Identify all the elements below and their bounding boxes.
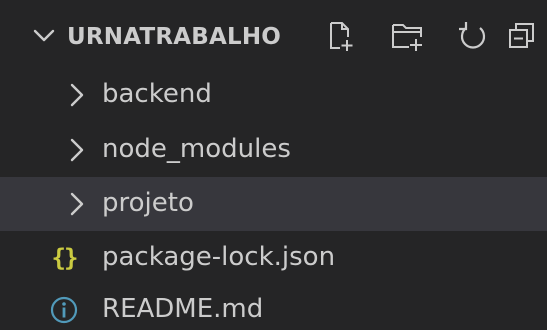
window-edge	[547, 0, 559, 330]
chevron-right-icon	[70, 192, 84, 216]
tree-item-readme-md[interactable]: README.md	[0, 283, 547, 330]
explorer-title: URNATRABALHO	[67, 24, 282, 50]
new-file-button[interactable]	[318, 14, 362, 58]
json-icon: {}	[51, 244, 79, 272]
refresh-button[interactable]	[451, 14, 495, 58]
chevron-right-icon	[70, 83, 84, 107]
info-icon	[46, 292, 82, 328]
new-folder-icon	[392, 24, 422, 51]
collapse-all-button[interactable]	[500, 14, 544, 58]
chevron-down-icon	[33, 29, 55, 42]
new-folder-button[interactable]	[386, 14, 430, 58]
tree-item-label: package-lock.json	[102, 242, 336, 272]
tree-item-node-modules[interactable]: node_modules	[0, 123, 547, 177]
collapse-all-icon	[509, 23, 534, 48]
tree-item-backend[interactable]: backend	[0, 68, 547, 122]
new-file-icon	[330, 22, 353, 51]
tree-item-label: README.md	[102, 294, 264, 324]
explorer-panel: URNATRABALHO backend node_modules projet…	[0, 0, 547, 330]
refresh-icon	[459, 22, 486, 49]
tree-item-projeto[interactable]: projeto	[0, 177, 547, 231]
chevron-right-icon	[70, 138, 84, 162]
explorer-section-header[interactable]: URNATRABALHO	[0, 10, 547, 64]
tree-item-label: backend	[102, 79, 212, 109]
tree-item-package-lock-json[interactable]: {} package-lock.json	[0, 231, 547, 285]
tree-item-label: node_modules	[102, 134, 291, 164]
tree-item-label: projeto	[102, 188, 194, 218]
